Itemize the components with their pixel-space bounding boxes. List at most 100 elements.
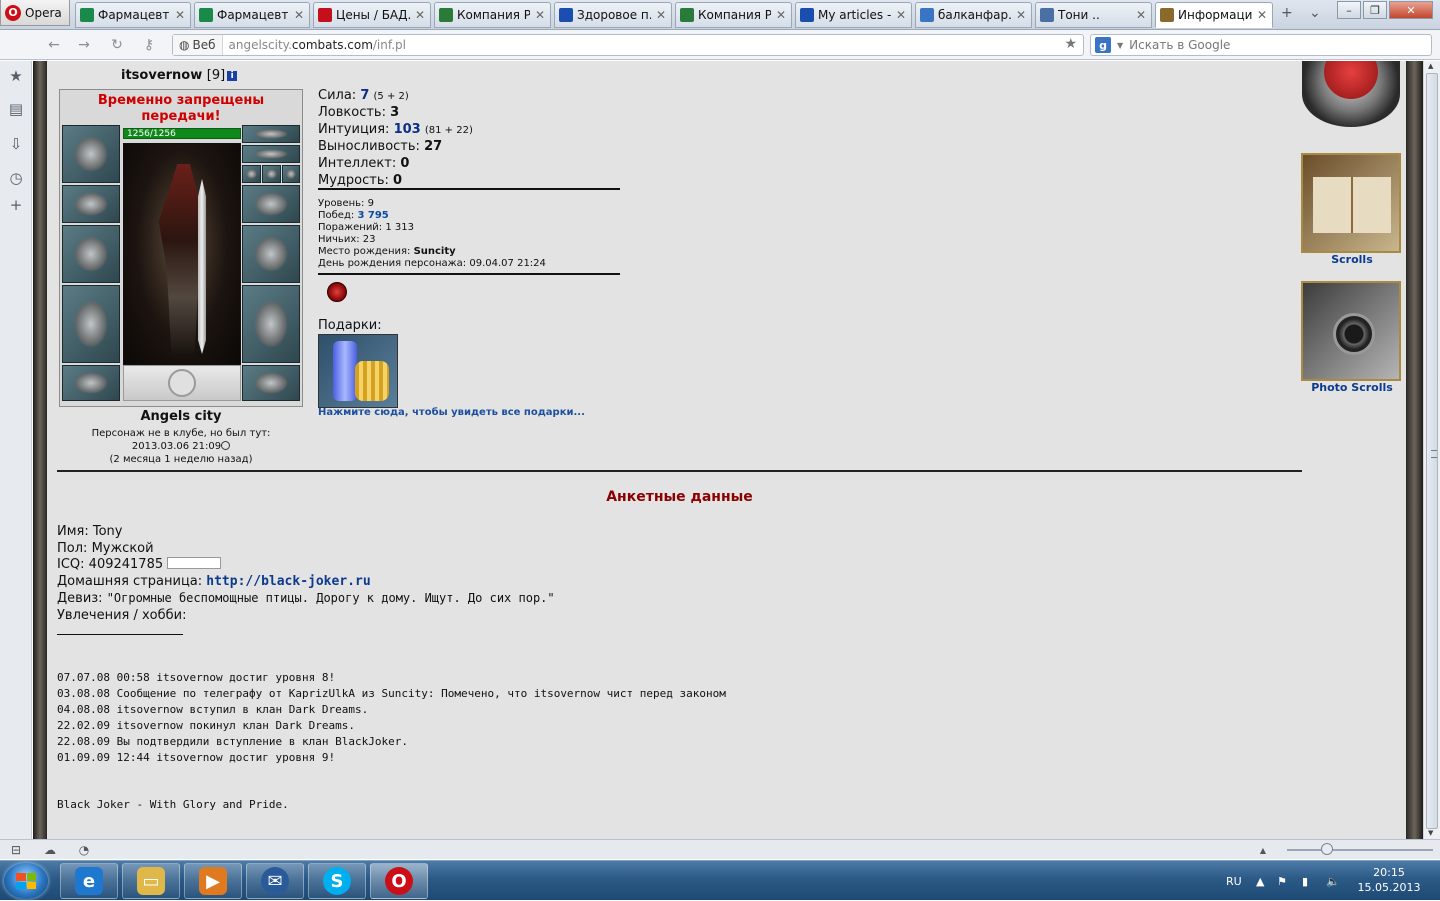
network-signal-icon[interactable]: ▮ — [1302, 861, 1308, 901]
add-panel-icon[interactable]: + — [6, 195, 26, 215]
birthday-value: 09.04.07 21:24 — [469, 258, 546, 269]
close-window-button[interactable]: ✕ — [1389, 1, 1433, 19]
ring-slot-3[interactable] — [282, 165, 300, 183]
close-tab-icon[interactable]: ✕ — [534, 8, 546, 22]
minimize-button[interactable]: – — [1337, 1, 1361, 19]
history-clock-icon[interactable]: ◷ — [6, 168, 26, 188]
ring-slot-1[interactable] — [242, 165, 261, 183]
ring-slot-2[interactable] — [262, 165, 281, 183]
taskbar-thunderbird[interactable]: ✉ — [246, 863, 304, 899]
gift-item[interactable] — [318, 334, 398, 408]
tab-4[interactable]: Компания Р... ✕ — [434, 2, 551, 28]
belt-slot[interactable] — [62, 365, 120, 401]
action-center-flag-icon[interactable]: ⚑ — [1277, 861, 1287, 901]
view-all-gifts-link[interactable]: Нажмите сюда, чтобы увидеть все подарки.… — [318, 407, 585, 418]
close-tab-icon[interactable]: ✕ — [775, 8, 787, 22]
gloves-slot[interactable] — [242, 185, 300, 223]
key-icon[interactable]: ⚷ — [140, 36, 158, 54]
taskbar-explorer[interactable]: ▭ — [122, 863, 180, 899]
boots-slot[interactable] — [242, 365, 300, 401]
helmet-slot[interactable] — [62, 125, 120, 183]
bookmark-star-icon[interactable]: ★ — [1064, 36, 1077, 52]
stat-label: Сила: — [318, 88, 357, 103]
vertical-scrollbar[interactable]: ▲ ▼ — [1423, 61, 1440, 839]
close-tab-icon[interactable]: ✕ — [1256, 8, 1268, 22]
tab-1[interactable]: Фармацевти... ✕ — [75, 2, 191, 28]
alignment-badge-icon[interactable] — [327, 282, 347, 302]
speed-dial-icon[interactable]: ◔ — [76, 842, 92, 858]
close-tab-icon[interactable]: ✕ — [895, 8, 907, 22]
weapon-left-slot[interactable] — [62, 225, 120, 283]
amulet-slot[interactable] — [242, 145, 300, 163]
bookmarks-star-icon[interactable]: ★ — [6, 66, 26, 86]
scrolls-link[interactable]: Scrolls — [1297, 253, 1407, 266]
taskbar-ie[interactable]: e — [60, 863, 118, 899]
panel-toggle-icon[interactable]: ⊟ — [8, 842, 24, 858]
last-seen-ago: (2 месяца 1 неделю назад) — [109, 454, 253, 465]
scroll-down-icon[interactable]: ▼ — [1428, 829, 1433, 837]
google-icon[interactable]: g — [1095, 37, 1111, 53]
show-hidden-icons-icon[interactable]: ▲ — [1256, 861, 1264, 901]
search-dropdown-icon[interactable]: ▼ — [1117, 41, 1123, 50]
homepage-link[interactable]: http://black-joker.ru — [206, 574, 370, 589]
close-tab-icon[interactable]: ✕ — [1015, 8, 1027, 22]
url-text[interactable]: angelscity.combats.com/inf.pl — [223, 38, 407, 52]
web-badge[interactable]: ◍ Веб — [173, 35, 223, 55]
weapon-right-slot[interactable] — [242, 225, 300, 283]
photo-scrolls-link[interactable]: Photo Scrolls — [1297, 381, 1407, 394]
tab-list-chevron-icon[interactable]: ⌄ — [1309, 5, 1321, 21]
back-icon[interactable]: ← — [45, 36, 63, 54]
tab-5[interactable]: Здоровое п... ✕ — [554, 2, 672, 28]
maximize-button[interactable]: ❐ — [1363, 1, 1387, 19]
address-field[interactable]: ◍ Веб angelscity.combats.com/inf.pl ★ — [172, 34, 1084, 56]
system-clock[interactable]: 20:15 15.05.2013 — [1350, 865, 1428, 895]
tab-6[interactable]: Компания Р... ✕ — [675, 2, 792, 28]
reload-icon[interactable]: ↻ — [108, 36, 126, 54]
taskbar-skype[interactable]: S — [308, 863, 366, 899]
tab-10[interactable]: Информаци... ✕ — [1155, 2, 1273, 28]
armor-slot[interactable] — [62, 285, 120, 363]
close-tab-icon[interactable]: ✕ — [414, 8, 426, 22]
legs-slot[interactable] — [242, 285, 300, 363]
tab-9[interactable]: Тони .. ✕ — [1035, 2, 1152, 28]
city-name: Angels city — [140, 409, 222, 424]
fist-seal-icon[interactable] — [1302, 61, 1400, 127]
earring-slot[interactable] — [242, 125, 300, 143]
last-seen: Персонаж не в клубе, но был тут: 2013.03… — [75, 427, 287, 466]
search-field[interactable]: g ▼ Искать в Google — [1090, 34, 1432, 56]
forward-icon[interactable]: → — [75, 36, 93, 54]
tab-2[interactable]: Фармацевти... ✕ — [194, 2, 310, 28]
close-tab-icon[interactable]: ✕ — [1135, 8, 1147, 22]
language-indicator[interactable]: RU — [1226, 861, 1242, 901]
tab-7[interactable]: My articles - ... ✕ — [795, 2, 912, 28]
taskbar-media-player[interactable]: ▶ — [184, 863, 242, 899]
camera-icon[interactable] — [1301, 281, 1401, 381]
scroll-thumb[interactable] — [1426, 73, 1438, 829]
scroll-up-icon[interactable]: ▲ — [1428, 62, 1433, 70]
close-tab-icon[interactable]: ✕ — [655, 8, 667, 22]
new-tab-icon[interactable]: + — [1281, 5, 1293, 21]
downloads-icon[interactable]: ⇩ — [6, 134, 26, 154]
tab-8[interactable]: балканфар... ✕ — [915, 2, 1032, 28]
start-button[interactable] — [4, 863, 48, 899]
windows-logo-icon — [16, 873, 36, 889]
info-icon[interactable]: i — [227, 71, 238, 81]
homepage-label: Домашняя страница: — [57, 573, 203, 589]
close-tab-icon[interactable]: ✕ — [174, 8, 186, 22]
opera-menu-button[interactable]: O Opera — [0, 0, 70, 26]
tab-3[interactable]: Цены / БАД... ✕ — [313, 2, 431, 28]
zoom-track[interactable] — [1287, 849, 1433, 851]
taskbar-opera[interactable]: O — [370, 863, 428, 899]
volume-icon[interactable]: 🔈 — [1326, 861, 1340, 901]
language-label: RU — [1226, 874, 1242, 888]
cloud-icon[interactable]: ☁ — [42, 842, 58, 858]
zoom-slider[interactable] — [1321, 843, 1333, 855]
internet-explorer-icon: e — [75, 867, 103, 895]
zoom-arrow-icon[interactable]: ▲ — [1255, 842, 1271, 858]
wins-link[interactable]: 3 795 — [357, 210, 388, 221]
scrolls-book-icon[interactable] — [1301, 153, 1401, 253]
character-portrait[interactable] — [123, 143, 241, 365]
close-tab-icon[interactable]: ✕ — [293, 8, 305, 22]
notes-icon[interactable]: ▤ — [6, 99, 26, 119]
bracers-slot[interactable] — [62, 185, 120, 223]
